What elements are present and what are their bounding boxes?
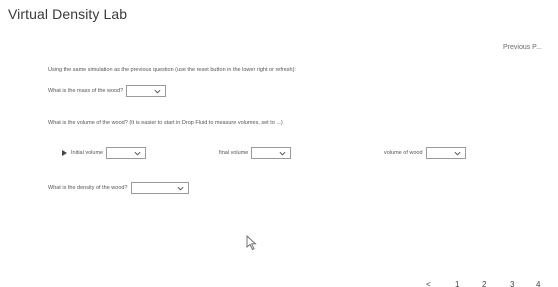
mouse-pointer-icon — [246, 235, 257, 251]
volume-wood-dropdown[interactable] — [425, 147, 466, 159]
final-volume-dropdown[interactable] — [251, 147, 292, 159]
chevron-down-icon — [134, 151, 141, 156]
pagination-page[interactable]: 2 — [482, 280, 486, 287]
chevron-down-icon — [279, 151, 286, 156]
pagination-page[interactable]: 4 — [536, 280, 540, 287]
mass-dropdown[interactable] — [126, 85, 167, 97]
chevron-down-icon — [154, 89, 161, 94]
pagination-page[interactable]: 1 — [455, 280, 459, 287]
previous-link[interactable]: Previous P... — [503, 44, 542, 51]
initial-volume-label: Initial volume — [71, 150, 104, 156]
pagination-prev-button[interactable]: < — [426, 280, 431, 287]
pagination-page[interactable]: 3 — [510, 280, 514, 287]
final-volume-label: final volume — [219, 150, 249, 156]
density-dropdown[interactable] — [130, 182, 189, 194]
volume-row: Initial volume — [62, 147, 147, 159]
density-question-row: What is the density of the wood? — [48, 182, 189, 194]
volume-prompt-text: What is the volume of the wood? (It is e… — [48, 120, 283, 126]
final-volume-row: final volume — [219, 147, 292, 159]
density-question-label: What is the density of the wood? — [48, 185, 128, 191]
volume-wood-row: volume of wood — [384, 147, 466, 159]
volume-wood-label: volume of wood — [384, 150, 423, 156]
triangle-bullet-icon — [62, 150, 67, 156]
chevron-down-icon — [177, 186, 183, 191]
mass-question-label: What is the mass of the wood? — [48, 88, 124, 94]
instructions-text: Using the same simulation as the previou… — [48, 67, 296, 73]
initial-volume-dropdown[interactable] — [106, 147, 147, 159]
mass-question-row: What is the mass of the wood? — [48, 85, 167, 97]
chevron-down-icon — [454, 151, 461, 156]
page-title: Virtual Density Lab — [8, 6, 128, 22]
